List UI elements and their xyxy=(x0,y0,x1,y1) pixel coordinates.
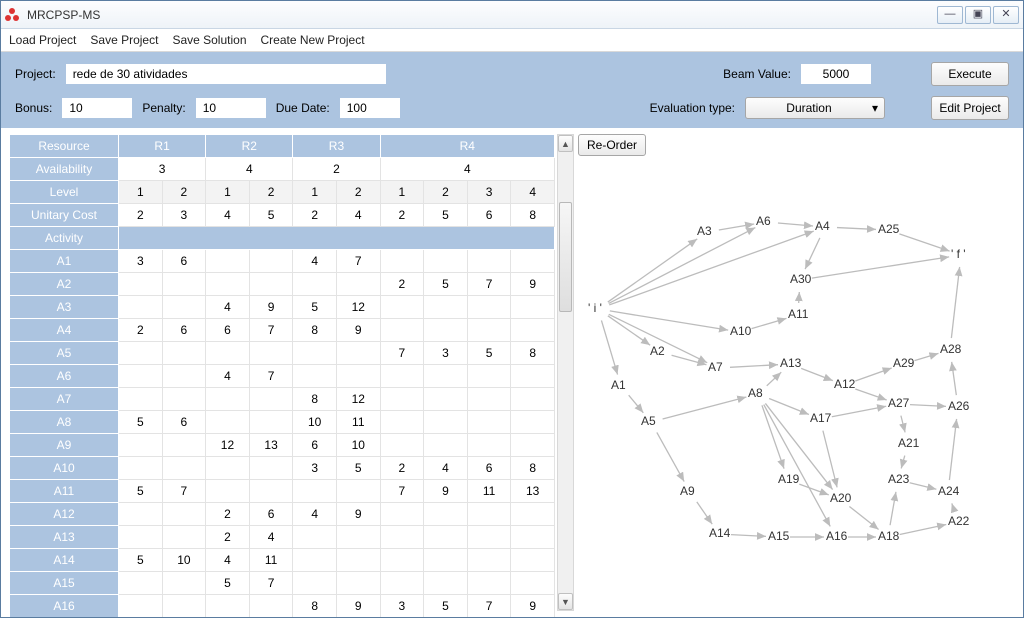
graph-node: A15 xyxy=(768,529,789,543)
execute-button[interactable]: Execute xyxy=(931,62,1009,86)
graph-node: A27 xyxy=(888,396,909,410)
penalty-label: Penalty: xyxy=(142,101,185,115)
graph-node: ' f ' xyxy=(951,247,966,261)
penalty-input[interactable] xyxy=(196,98,266,118)
graph-node: A20 xyxy=(830,491,851,505)
graph-node: A26 xyxy=(948,399,969,413)
graph-node: A1 xyxy=(611,378,626,392)
scroll-thumb[interactable] xyxy=(559,202,572,312)
menu-save-solution[interactable]: Save Solution xyxy=(172,33,246,47)
window-title: MRCPSP-MS xyxy=(27,8,937,22)
project-input[interactable] xyxy=(66,64,386,84)
graph-node: A8 xyxy=(748,386,763,400)
scroll-up-icon[interactable]: ▲ xyxy=(558,135,573,152)
maximize-button[interactable]: ▣ xyxy=(965,6,991,24)
graph-node: A7 xyxy=(708,360,723,374)
menu-bar: Load Project Save Project Save Solution … xyxy=(1,29,1023,52)
graph-node: A21 xyxy=(898,436,919,450)
graph-node: A3 xyxy=(697,224,712,238)
graph-node: A19 xyxy=(778,472,799,486)
graph-node: A16 xyxy=(826,529,847,543)
bonus-input[interactable] xyxy=(62,98,132,118)
graph-node: A29 xyxy=(893,356,914,370)
graph-node: ' i ' xyxy=(588,301,602,315)
chevron-down-icon: ▾ xyxy=(872,101,878,115)
graph-node: A22 xyxy=(948,514,969,528)
eval-combo[interactable]: Duration ▾ xyxy=(745,97,885,119)
menu-create-new[interactable]: Create New Project xyxy=(261,33,365,47)
graph-node: A9 xyxy=(680,484,695,498)
graph-node: A25 xyxy=(878,222,899,236)
menu-save-project[interactable]: Save Project xyxy=(90,33,158,47)
table-scrollbar[interactable]: ▲ ▼ xyxy=(557,134,574,611)
close-button[interactable]: ✕ xyxy=(993,6,1019,24)
graph-node: A6 xyxy=(756,214,771,228)
graph-node: A17 xyxy=(810,411,831,425)
graph-node: A28 xyxy=(940,342,961,356)
bonus-label: Bonus: xyxy=(15,101,52,115)
graph-node: A10 xyxy=(730,324,751,338)
minimize-button[interactable]: — xyxy=(937,6,963,24)
eval-value: Duration xyxy=(746,101,872,115)
graph-node: A12 xyxy=(834,377,855,391)
activity-table: ResourceR1R2R3R4Availability3424Level121… xyxy=(9,134,555,611)
graph-node: A24 xyxy=(938,484,959,498)
network-graph: ' i ' A1 A2 A3 A4 A5 A6 A7 A8 A9 A10 A11 A12 A13 A14 A1… xyxy=(578,134,1015,611)
graph-node: A30 xyxy=(790,272,811,286)
due-label: Due Date: xyxy=(276,101,330,115)
edit-project-button[interactable]: Edit Project xyxy=(931,96,1009,120)
app-icon xyxy=(5,7,21,23)
project-label: Project: xyxy=(15,67,56,81)
scroll-down-icon[interactable]: ▼ xyxy=(558,593,573,610)
graph-node: A18 xyxy=(878,529,899,543)
graph-node: A5 xyxy=(641,414,656,428)
eval-label: Evaluation type: xyxy=(650,101,735,115)
graph-node: A11 xyxy=(788,307,808,321)
due-input[interactable] xyxy=(340,98,400,118)
beam-label: Beam Value: xyxy=(723,67,791,81)
graph-node: A23 xyxy=(888,472,909,486)
graph-node: A13 xyxy=(780,356,801,370)
beam-input[interactable] xyxy=(801,64,871,84)
graph-node: A14 xyxy=(709,526,730,540)
graph-node: A4 xyxy=(815,219,830,233)
graph-node: A2 xyxy=(650,344,665,358)
menu-load[interactable]: Load Project xyxy=(9,33,76,47)
